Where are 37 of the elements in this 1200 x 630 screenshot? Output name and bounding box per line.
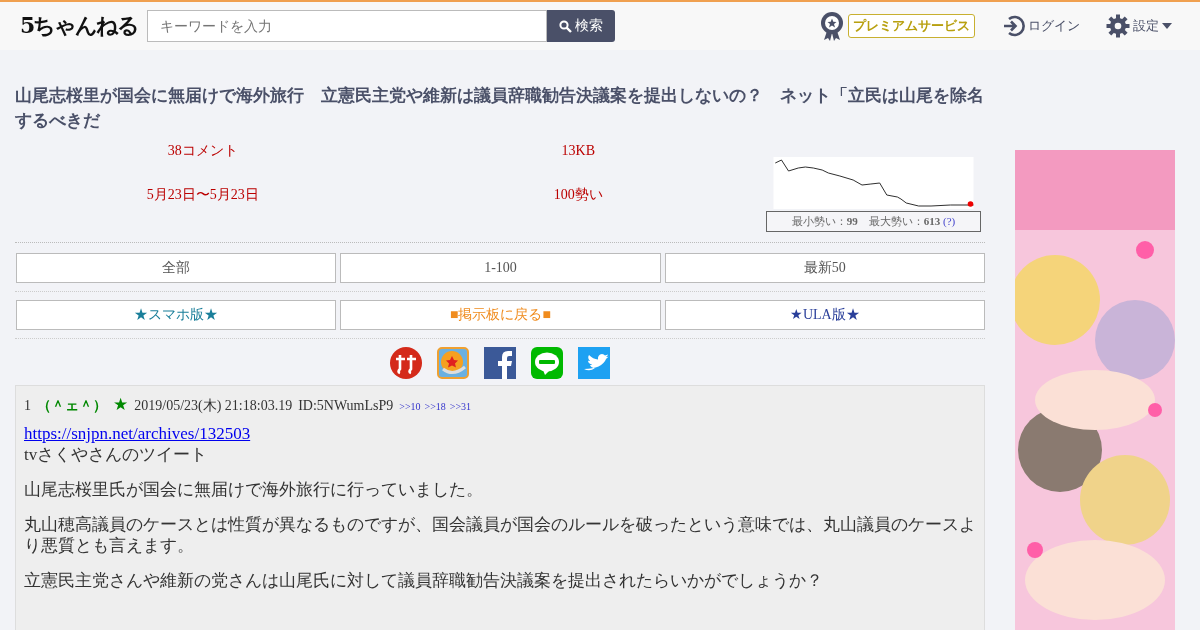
link-button[interactable]: ★ULA版★: [664, 300, 985, 331]
date-range: 5月23日〜5月23日: [146, 186, 259, 205]
caret-icon: [1162, 23, 1172, 29]
page-range-button[interactable]: 最新50: [664, 253, 985, 284]
thread-title: 山尾志桜里が国会に無届けで海外旅行 立憲民主党や維新は議員辞職勧告決議案を提出しないの？ ネット「立民は山尾を除名するべきだ: [15, 85, 985, 132]
post-link[interactable]: https://snjpn.net/archives/132503: [24, 423, 976, 445]
search-field[interactable]: キーワードを入力: [147, 10, 547, 42]
momentum-value: 100勢い: [553, 186, 603, 205]
post-text: 山尾志桜里氏が国会に無届けで海外旅行に行っていました。: [24, 479, 484, 501]
reply-link[interactable]: >>18: [424, 401, 446, 413]
post-text: 立憲民主党さんや維新の党さんは山尾氏に対して議員辞職勧告決議案を提出されたらいかがでしょうか？: [24, 570, 824, 592]
poster-id: ID:5NWumLsP9: [298, 398, 394, 415]
thread-size: 13KB: [561, 143, 595, 160]
facebook-icon[interactable]: [484, 347, 516, 380]
twitter-icon[interactable]: [578, 347, 610, 380]
momentum-range: 最小勢い：99 最大勢い：613: [791, 215, 941, 228]
reply-link[interactable]: >>31: [449, 401, 472, 413]
settings-menu[interactable]: 設定: [1106, 14, 1172, 38]
comment-count: 38コメント: [167, 142, 238, 161]
settings-icon: [1106, 14, 1130, 38]
page-range-button[interactable]: 1-100: [340, 253, 661, 284]
page-range-button[interactable]: 全部: [16, 253, 337, 284]
post-text: 丸山穂高議員のケースとは性質が異なるものですが、国会議員が国会のルールを破ったという意味では、丸山議員のケースより悪質とも言えます。: [24, 514, 976, 557]
login-link[interactable]: ログイン: [1001, 14, 1080, 38]
post-number: 1: [24, 398, 31, 415]
poster-name: （＾ェ＾）: [37, 397, 107, 416]
link-button[interactable]: ★スマホ版★: [16, 300, 337, 331]
post-date: 2019/05/23(木) 21:18:03.19: [134, 397, 293, 416]
login-icon: [1001, 14, 1025, 38]
reply-link[interactable]: >>10: [399, 401, 421, 413]
search-icon: [559, 19, 572, 33]
poster-mark: ★: [113, 394, 129, 415]
award-icon[interactable]: [820, 11, 844, 41]
search-button[interactable]: 検索: [547, 10, 615, 42]
site-logo[interactable]: 5ちゃんねる: [20, 11, 147, 41]
post-text: tvさくやさんのツイート: [24, 444, 209, 466]
help-link[interactable]: (?): [943, 215, 956, 228]
